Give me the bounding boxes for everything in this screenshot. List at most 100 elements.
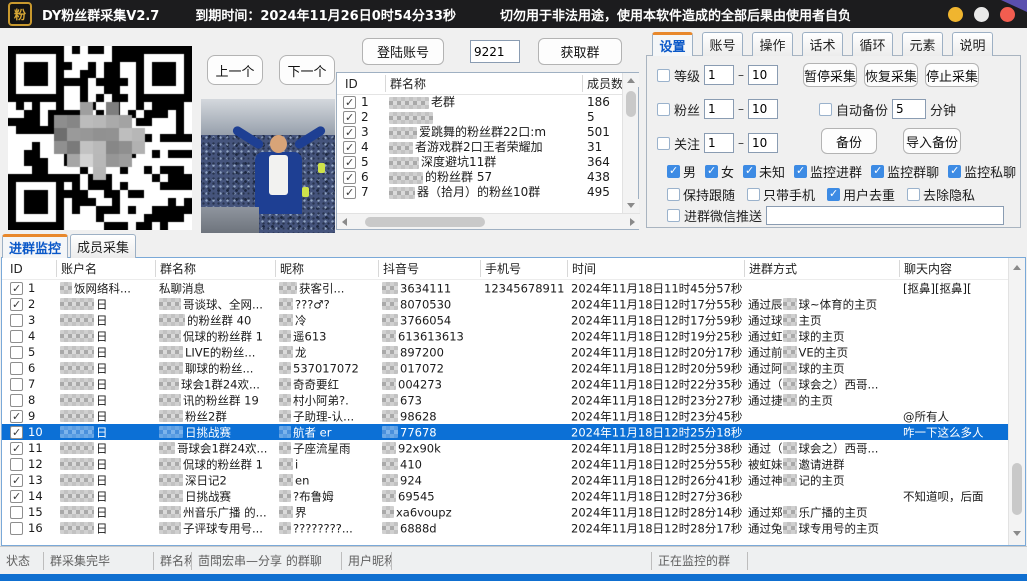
group-row-checkbox[interactable] [343, 126, 356, 139]
filter-option-3[interactable]: 监控进群 [794, 162, 862, 181]
checkbox[interactable] [827, 188, 840, 201]
filter-option-2[interactable]: 未知 [743, 162, 785, 181]
follow-to-input[interactable] [748, 133, 778, 153]
group-row-checkbox[interactable] [343, 96, 356, 109]
checkbox[interactable] [743, 165, 756, 178]
option-checkbox-2[interactable]: 用户去重 [827, 185, 895, 204]
wechat-push-checkbox[interactable] [667, 209, 680, 222]
table-row[interactable]: 7日球会1群24欢...奇奇要红0042732024年11月18日12时22分3… [2, 376, 1010, 392]
table-row[interactable]: 11日哥球会1群24欢...子座流星雨92x90k2024年11月18日12时2… [2, 440, 1010, 456]
group-row-checkbox[interactable] [343, 141, 356, 154]
table-row[interactable]: 14日日挑战赛?布鲁姆695452024年11月18日12时27分36秒不知道呗… [2, 488, 1010, 504]
group-list-horizontal-scrollbar[interactable] [337, 213, 640, 229]
table-row[interactable]: 9日粉丝2群子助理-认...986282024年11月18日12时23分45秒@… [2, 408, 1010, 424]
checkbox[interactable] [948, 165, 961, 178]
group-list-row[interactable]: 25 [337, 110, 638, 125]
checkbox[interactable] [794, 165, 807, 178]
group-row-checkbox[interactable] [343, 186, 356, 199]
monitor-tab-1[interactable]: 成员采集 [70, 234, 136, 258]
row-checkbox[interactable] [10, 490, 23, 503]
scrollbar-thumb[interactable] [626, 91, 636, 117]
scroll-up-icon[interactable] [623, 73, 639, 87]
login-account-button[interactable]: 登陆账号 [362, 38, 444, 65]
backup-button[interactable]: 备份 [821, 128, 877, 154]
maximize-button[interactable] [974, 7, 989, 22]
group-list-row[interactable]: 5深度避坑11群364 [337, 155, 638, 170]
table-row[interactable]: 1饭网络科...私聊消息获客引...3634111123456789112024… [2, 280, 1010, 296]
tab-6[interactable]: 说明 [952, 32, 993, 56]
group-list-row[interactable]: 7器（拾月）的粉丝10群495 [337, 185, 638, 200]
follow-checkbox[interactable] [657, 137, 670, 150]
group-list-row[interactable]: 4者游戏群2口王者荣耀加31 [337, 140, 638, 155]
tab-1[interactable]: 账号 [702, 32, 743, 56]
group-row-checkbox[interactable] [343, 171, 356, 184]
minimize-button[interactable] [948, 7, 963, 22]
tab-3[interactable]: 话术 [802, 32, 843, 56]
row-checkbox[interactable] [10, 330, 23, 343]
table-row[interactable]: 16日子评球专用号...????????...6888d2024年11月18日1… [2, 520, 1010, 536]
tab-0[interactable]: 设置 [652, 32, 693, 56]
table-row[interactable]: 15日州音乐广播 的...界xa6voupz2024年11月18日12时28分1… [2, 504, 1010, 520]
filter-option-1[interactable]: 女 [705, 162, 734, 181]
import-backup-button[interactable]: 导入备份 [903, 128, 961, 154]
table-row[interactable]: 6日聊球的粉丝...5370170720170722024年11月18日12时2… [2, 360, 1010, 376]
table-row[interactable]: 4日侃球的粉丝群 1遥6136136136132024年11月18日12时19分… [2, 328, 1010, 344]
row-checkbox[interactable] [10, 410, 23, 423]
monitor-tab-0[interactable]: 进群监控 [2, 234, 68, 258]
checkbox[interactable] [907, 188, 920, 201]
tab-5[interactable]: 元素 [902, 32, 943, 56]
checkbox[interactable] [667, 188, 680, 201]
tab-2[interactable]: 操作 [752, 32, 793, 56]
checkbox[interactable] [705, 165, 718, 178]
follow-from-input[interactable] [704, 133, 734, 153]
scroll-down-icon[interactable] [1009, 527, 1025, 541]
row-checkbox[interactable] [10, 362, 23, 375]
group-list-row[interactable]: 1老群186 [337, 95, 638, 110]
group-list-row[interactable]: 3爱跳舞的粉丝群22口:m501 [337, 125, 638, 140]
checkbox[interactable] [871, 165, 884, 178]
row-checkbox[interactable] [10, 474, 23, 487]
row-checkbox[interactable] [10, 506, 23, 519]
scroll-up-icon[interactable] [1009, 260, 1025, 274]
group-row-checkbox[interactable] [343, 156, 356, 169]
backup-minutes-input[interactable] [892, 99, 926, 119]
level-from-input[interactable] [704, 65, 734, 85]
row-checkbox[interactable] [10, 346, 23, 359]
level-checkbox[interactable] [657, 69, 670, 82]
group-list-row[interactable]: 6的粉丝群 57438 [337, 170, 638, 185]
pause-collect-button[interactable]: 暂停采集 [803, 63, 857, 87]
table-row[interactable]: 3日的粉丝群 40冷37660542024年11月18日12时17分59秒通过球… [2, 312, 1010, 328]
row-checkbox[interactable] [10, 394, 23, 407]
group-row-checkbox[interactable] [343, 111, 356, 124]
row-checkbox[interactable] [10, 458, 23, 471]
fans-checkbox[interactable] [657, 103, 670, 116]
wechat-push-input[interactable] [766, 206, 1004, 225]
table-row[interactable]: 12日侃球的粉丝群 1i4102024年11月18日12时25分55秒被虹妹邀请… [2, 456, 1010, 472]
group-list-vertical-scrollbar[interactable] [622, 73, 638, 213]
filter-option-4[interactable]: 监控群聊 [871, 162, 939, 181]
scrollbar-thumb[interactable] [365, 217, 485, 227]
resume-collect-button[interactable]: 恢复采集 [864, 63, 918, 87]
row-checkbox[interactable] [10, 314, 23, 327]
table-vertical-scrollbar[interactable] [1008, 258, 1025, 545]
option-checkbox-3[interactable]: 去除隐私 [907, 185, 975, 204]
checkbox[interactable] [747, 188, 760, 201]
row-checkbox[interactable] [10, 522, 23, 535]
checkbox[interactable] [667, 165, 680, 178]
row-checkbox[interactable] [10, 298, 23, 311]
tab-4[interactable]: 循环 [852, 32, 893, 56]
stop-collect-button[interactable]: 停止采集 [925, 63, 979, 87]
row-checkbox[interactable] [10, 442, 23, 455]
table-row[interactable]: 8日讯的粉丝群 19村小阿弟?.6732024年11月18日12时23分27秒通… [2, 392, 1010, 408]
filter-option-5[interactable]: 监控私聊 [948, 162, 1016, 181]
row-checkbox[interactable] [10, 426, 23, 439]
scroll-down-icon[interactable] [623, 199, 639, 213]
prev-button[interactable]: 上一个 [207, 55, 263, 85]
fetch-groups-button[interactable]: 获取群 [538, 38, 622, 65]
next-button[interactable]: 下一个 [279, 55, 335, 85]
table-row[interactable]: 13日深日记2en9242024年11月18日12时26分41秒通过神记的主页 [2, 472, 1010, 488]
scrollbar-thumb[interactable] [1012, 463, 1022, 515]
row-checkbox[interactable] [10, 282, 23, 295]
level-to-input[interactable] [748, 65, 778, 85]
auto-backup-checkbox[interactable] [819, 103, 832, 116]
